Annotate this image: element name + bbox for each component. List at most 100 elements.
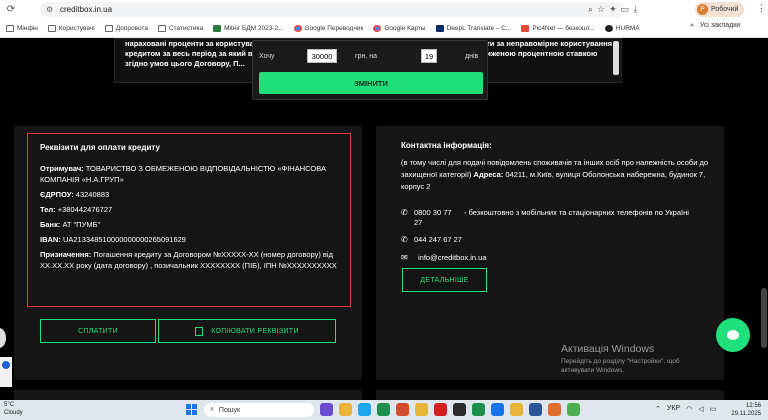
watermark-subtitle: Перейдіть до розділу "Настройки", щоб ак…: [561, 358, 680, 374]
weather-widget[interactable]: 5°C Cloudy: [4, 401, 23, 417]
edrpou-line: ЄДРПОУ: 43240883: [40, 190, 110, 199]
loan-calculator: Хочу 30000 грн, на 19 днів ЗМІНИТИ: [252, 40, 488, 100]
date: 29.11.2025: [731, 411, 761, 417]
windows-activation-watermark: Активація Windows Перейдіть до розділу "…: [561, 343, 711, 375]
bookmarks-right: » Усі закладки: [690, 22, 740, 29]
pay-button[interactable]: СПЛАТИТИ: [40, 319, 156, 343]
bookmark-item[interactable]: Google Карты: [373, 24, 426, 32]
app-icon[interactable]: [453, 403, 466, 416]
app-icon[interactable]: [339, 403, 352, 416]
phone-icon: ✆: [401, 235, 408, 244]
bookmark-item[interactable]: HURMA: [604, 24, 640, 32]
app-icon[interactable]: [548, 403, 561, 416]
calculator-row: Хочу 30000 грн, на 19 днів: [259, 49, 483, 63]
bookmark-item[interactable]: Допровота: [104, 24, 148, 32]
menu-icon[interactable]: ⋮: [757, 3, 766, 14]
search-icon: ⌕: [210, 406, 214, 413]
app-icon[interactable]: [320, 403, 333, 416]
battery-icon[interactable]: ▭: [710, 405, 717, 413]
tab-icon[interactable]: ▭: [621, 4, 630, 15]
next-section: [14, 390, 724, 400]
app-icon[interactable]: [567, 403, 580, 416]
change-button[interactable]: ЗМІНИТИ: [259, 72, 483, 94]
bank-line: Банк: АТ "ПУМБ": [40, 220, 101, 229]
chat-button[interactable]: [716, 318, 750, 352]
taskbar-apps: [320, 403, 580, 416]
search-placeholder: Пошук: [218, 406, 241, 414]
requisites-box: Реквізити для оплати кредиту Отримувач: …: [27, 133, 351, 307]
days-input[interactable]: 19: [421, 49, 437, 63]
requisites-title: Реквізити для оплати кредиту: [40, 143, 160, 152]
clock[interactable]: 12:56 29.11.2025: [725, 402, 761, 418]
page-scrollbar[interactable]: [760, 38, 768, 400]
bookmark-item[interactable]: Статистика: [157, 24, 203, 32]
terms-scrollbar[interactable]: [613, 41, 619, 81]
side-widget[interactable]: [0, 328, 6, 348]
app-icon[interactable]: [510, 403, 523, 416]
app-icon[interactable]: [358, 403, 371, 416]
copy-requisites-button[interactable]: КОПІЮВАТИ РЕКВІЗИТИ: [158, 319, 336, 343]
bookmarks-more[interactable]: »: [690, 22, 694, 29]
weather-temp: 5°C: [4, 402, 15, 408]
app-icon[interactable]: [377, 403, 390, 416]
recaptcha-badge[interactable]: [0, 357, 12, 387]
maps-icon: [373, 24, 382, 32]
bookmark-item[interactable]: Pic4Net — безкошт...: [521, 24, 595, 32]
amount-input[interactable]: 30000: [307, 49, 337, 63]
phone-line: ✆ 044 247 67 27: [401, 235, 462, 245]
app-icon[interactable]: [415, 403, 428, 416]
profile-button[interactable]: Р Робочий: [695, 2, 745, 17]
phone-number[interactable]: 044 247 67 27: [414, 235, 462, 245]
tollfree-note: - безкоштовно з мобільних та стаціонарни…: [464, 208, 689, 217]
avatar: Р: [697, 4, 708, 15]
url-text: creditbox.in.ua: [60, 5, 113, 14]
app-icon[interactable]: [491, 403, 504, 416]
app-icon[interactable]: [529, 403, 542, 416]
chat-icon: [727, 330, 739, 340]
tollfree-phone[interactable]: 0800 30 77 27: [414, 208, 458, 228]
site-info-icon[interactable]: ⚙: [46, 5, 56, 14]
app-icon[interactable]: [434, 403, 447, 416]
google-icon: [293, 24, 302, 32]
folder-icon: [157, 24, 166, 32]
address-bar[interactable]: ⚙ creditbox.in.ua: [40, 2, 625, 17]
puzzle-icon[interactable]: ✦: [609, 4, 617, 15]
watermark-title: Активація Windows: [561, 343, 655, 355]
volume-icon[interactable]: ◁: [698, 405, 703, 413]
purpose-line: Призначення: Погашення кредиту за Догово…: [40, 250, 337, 270]
bookmark-item[interactable]: Google Переводчик: [293, 24, 363, 32]
contacts-card: Контактна інформація: (в тому числі для …: [376, 126, 724, 380]
mail-icon: ✉: [401, 253, 408, 262]
zoom-icon[interactable]: ⌕: [588, 4, 593, 15]
reload-icon[interactable]: ⟳: [4, 3, 18, 17]
bookmark-item[interactable]: Мінфін: [6, 24, 38, 32]
phone-line: Тел: +380442476727: [40, 205, 113, 214]
iban-line: IBAN: UA213348510000000000265091629: [40, 235, 186, 244]
system-tray: ⌃ УКР ◠ ◁ ▭: [655, 405, 716, 413]
browser-chrome: ⟳ ⚙ creditbox.in.ua ⌕ ☆ ✦ ▭ ⤓ Р Робочий …: [0, 0, 768, 38]
app-icon[interactable]: [472, 403, 485, 416]
time: 12:56: [745, 403, 761, 409]
copy-icon: [195, 326, 204, 336]
wifi-icon[interactable]: ◠: [686, 405, 692, 413]
bookmark-item[interactable]: DeepL Translate – С...: [435, 24, 511, 32]
bookmark-item[interactable]: Mitнiг БДМ 2023-2...: [213, 24, 284, 32]
app-icon[interactable]: [396, 403, 409, 416]
hurma-icon: [604, 24, 613, 32]
sheet-icon: [213, 24, 222, 32]
download-icon[interactable]: ⤓: [633, 4, 637, 15]
folder-icon: [47, 24, 56, 32]
recaptcha-icon: [2, 361, 10, 369]
bookmark-item[interactable]: Користувачі: [47, 24, 95, 32]
star-icon[interactable]: ☆: [597, 4, 605, 15]
taskbar-search[interactable]: ⌕ Пошук: [204, 403, 314, 417]
details-button[interactable]: ДЕТАЛЬНІШЕ: [402, 268, 487, 292]
language-indicator[interactable]: УКР: [667, 405, 680, 413]
email-link[interactable]: info@creditbox.in.ua: [418, 253, 487, 263]
days-label: днів: [465, 52, 479, 60]
all-bookmarks[interactable]: Усі закладки: [700, 22, 740, 29]
profile-label: Робочий: [711, 6, 739, 13]
chevron-up-icon[interactable]: ⌃: [655, 405, 661, 413]
start-icon[interactable]: [186, 404, 197, 415]
tollfree-phone-line: ✆ 0800 30 77 27 - безкоштовно з мобільни…: [401, 208, 704, 228]
